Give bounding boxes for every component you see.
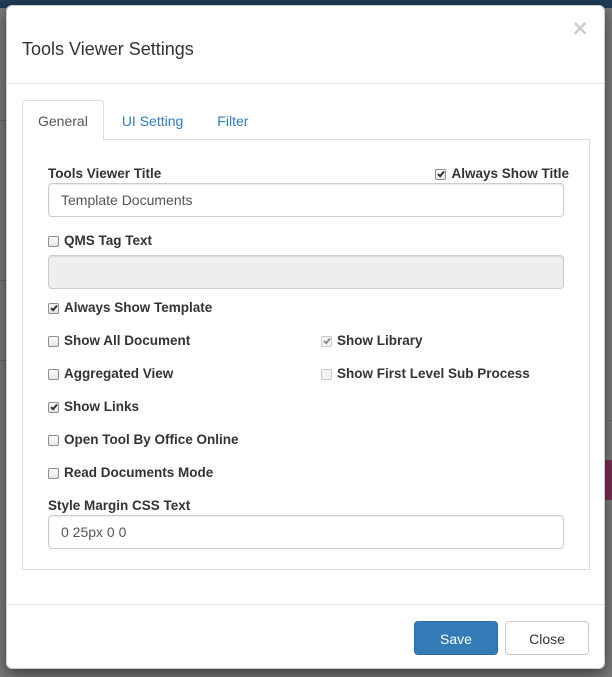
- tab-ui-setting[interactable]: UI Setting: [106, 100, 199, 140]
- modal-title: Tools Viewer Settings: [22, 39, 194, 59]
- tab-filter[interactable]: Filter: [201, 100, 264, 140]
- checkmark-icon: [437, 169, 446, 177]
- settings-modal: Tools Viewer Settings × General UI Setti…: [6, 5, 605, 669]
- qms-tag-text-label: QMS Tag Text: [64, 233, 153, 248]
- checkbox-box: [321, 335, 332, 347]
- checkbox-box: [48, 401, 59, 413]
- always-show-title-checkbox[interactable]: Always Show Title: [435, 166, 569, 182]
- aggregated-view-label: Aggregated View: [64, 366, 174, 381]
- background-divider: [604, 420, 612, 421]
- show-library-checkbox[interactable]: Show Library: [321, 333, 423, 349]
- show-library-label: Show Library: [337, 333, 423, 348]
- read-documents-mode-checkbox[interactable]: Read Documents Mode: [48, 465, 213, 481]
- checkbox-box: [48, 434, 59, 446]
- always-show-title-label: Always Show Title: [451, 166, 569, 181]
- show-all-document-label: Show All Document: [64, 333, 191, 348]
- show-links-checkbox[interactable]: Show Links: [48, 399, 139, 415]
- checkbox-box: [48, 302, 59, 314]
- checkmark-icon: [323, 336, 331, 344]
- tools-viewer-title-label: Tools Viewer Title: [48, 166, 162, 181]
- tools-viewer-title-input[interactable]: [48, 183, 564, 217]
- checkbox-box: [48, 368, 59, 380]
- open-tool-by-office-online-checkbox[interactable]: Open Tool By Office Online: [48, 432, 239, 448]
- checkbox-box: [48, 467, 59, 479]
- show-first-level-sub-process-label: Show First Level Sub Process: [337, 366, 530, 381]
- read-documents-mode-label: Read Documents Mode: [64, 465, 214, 480]
- open-tool-by-office-online-label: Open Tool By Office Online: [64, 432, 239, 447]
- modal-footer: Save Close: [7, 604, 604, 670]
- qms-tag-text-input[interactable]: [48, 255, 564, 289]
- checkbox-box: [48, 335, 59, 347]
- checkbox-box: [321, 368, 332, 380]
- checkmark-icon: [50, 303, 58, 311]
- style-margin-css-input[interactable]: [48, 515, 564, 549]
- background-accent-block: [604, 460, 612, 500]
- save-button[interactable]: Save: [414, 621, 498, 655]
- checkbox-box: [48, 235, 59, 247]
- always-show-template-checkbox[interactable]: Always Show Template: [48, 300, 212, 316]
- checkmark-icon: [50, 402, 58, 410]
- close-icon[interactable]: ×: [571, 18, 589, 39]
- aggregated-view-checkbox[interactable]: Aggregated View: [48, 366, 173, 382]
- show-links-label: Show Links: [64, 399, 140, 414]
- modal-header: Tools Viewer Settings ×: [7, 6, 604, 84]
- checkbox-box: [435, 168, 447, 180]
- general-tab-panel: Tools Viewer Title Always Show Title QMS…: [22, 139, 590, 570]
- show-first-level-sub-process-checkbox[interactable]: Show First Level Sub Process: [321, 366, 530, 382]
- tab-general[interactable]: General: [22, 100, 104, 141]
- tab-bar: General UI Setting Filter: [22, 100, 590, 141]
- qms-tag-text-checkbox[interactable]: QMS Tag Text: [48, 233, 152, 249]
- close-button[interactable]: Close: [505, 621, 589, 655]
- show-all-document-checkbox[interactable]: Show All Document: [48, 333, 190, 349]
- style-margin-css-label: Style Margin CSS Text: [48, 498, 191, 513]
- always-show-template-label: Always Show Template: [64, 300, 213, 315]
